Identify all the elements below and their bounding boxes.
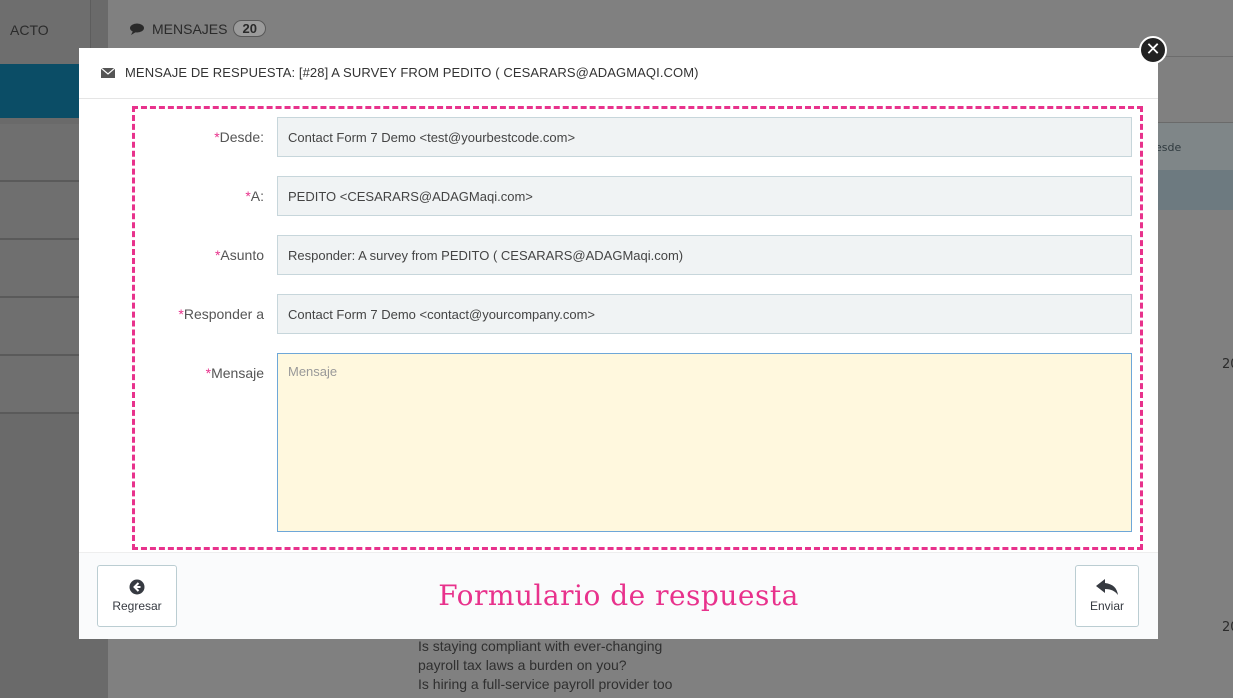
background-text-line: payroll tax laws a burden on you? bbox=[418, 657, 627, 673]
modal-title: MENSAJE DE RESPUESTA: [#28] A SURVEY FRO… bbox=[125, 65, 699, 80]
responder-a-label-text: Responder a bbox=[183, 306, 264, 322]
field-row-desde: *Desde: Contact Form 7 Demo <test@yourbe… bbox=[79, 117, 1158, 157]
responder-a-label: *Responder a bbox=[178, 306, 264, 322]
asunto-field[interactable]: Responder: A survey from PEDITO ( CESARA… bbox=[277, 235, 1132, 275]
mensaje-label-text: Mensaje bbox=[211, 365, 264, 381]
mensajes-count-badge: 20 bbox=[233, 20, 266, 37]
mensaje-label: *Mensaje bbox=[206, 365, 264, 381]
asunto-label-text: Asunto bbox=[220, 247, 264, 263]
field-row-a: *A: PEDITO <CESARARS@ADAGMaqi.com> bbox=[79, 176, 1158, 216]
background-number: 20 bbox=[1222, 357, 1233, 372]
close-icon[interactable]: ✕ bbox=[1139, 36, 1167, 64]
reply-modal: MENSAJE DE RESPUESTA: [#28] A SURVEY FRO… bbox=[79, 48, 1158, 639]
send-button[interactable]: Enviar bbox=[1075, 565, 1139, 627]
modal-footer: Regresar Formulario de respuesta Enviar bbox=[79, 552, 1158, 639]
background-column-header: esde bbox=[1150, 122, 1233, 172]
form-caption: Formulario de respuesta bbox=[438, 579, 799, 612]
background-tab: ACTO bbox=[0, 0, 91, 64]
background-text-line: Is staying compliant with ever-changing bbox=[418, 638, 663, 654]
comments-icon bbox=[130, 23, 144, 35]
a-label-text: A: bbox=[250, 188, 264, 204]
background-mensajes-tab: MENSAJES 20 bbox=[130, 20, 266, 37]
modal-header: MENSAJE DE RESPUESTA: [#28] A SURVEY FRO… bbox=[79, 48, 1158, 99]
reply-icon bbox=[1096, 579, 1118, 595]
field-row-asunto: *Asunto Responder: A survey from PEDITO … bbox=[79, 235, 1158, 275]
desde-label: *Desde: bbox=[214, 129, 264, 145]
mensaje-textarea[interactable]: Mensaje bbox=[277, 353, 1132, 532]
field-row-responder-a: *Responder a Contact Form 7 Demo <contac… bbox=[79, 294, 1158, 334]
send-button-label: Enviar bbox=[1089, 599, 1124, 613]
a-field[interactable]: PEDITO <CESARARS@ADAGMaqi.com> bbox=[277, 176, 1132, 216]
responder-a-field[interactable]: Contact Form 7 Demo <contact@yourcompany… bbox=[277, 294, 1132, 334]
desde-label-text: Desde: bbox=[219, 129, 264, 145]
asunto-label: *Asunto bbox=[215, 247, 264, 263]
envelope-icon bbox=[101, 68, 115, 78]
column-header-label: esde bbox=[1155, 141, 1182, 154]
mensajes-label: MENSAJES bbox=[152, 20, 228, 37]
background-text-line: Is hiring a full-service payroll provide… bbox=[418, 676, 673, 692]
desde-field[interactable]: Contact Form 7 Demo <test@yourbestcode.c… bbox=[277, 117, 1132, 157]
background-number: 20 bbox=[1222, 620, 1233, 635]
background-column-row bbox=[1150, 170, 1233, 210]
a-label: *A: bbox=[245, 188, 264, 204]
background-tab-label: ACTO bbox=[10, 22, 49, 38]
